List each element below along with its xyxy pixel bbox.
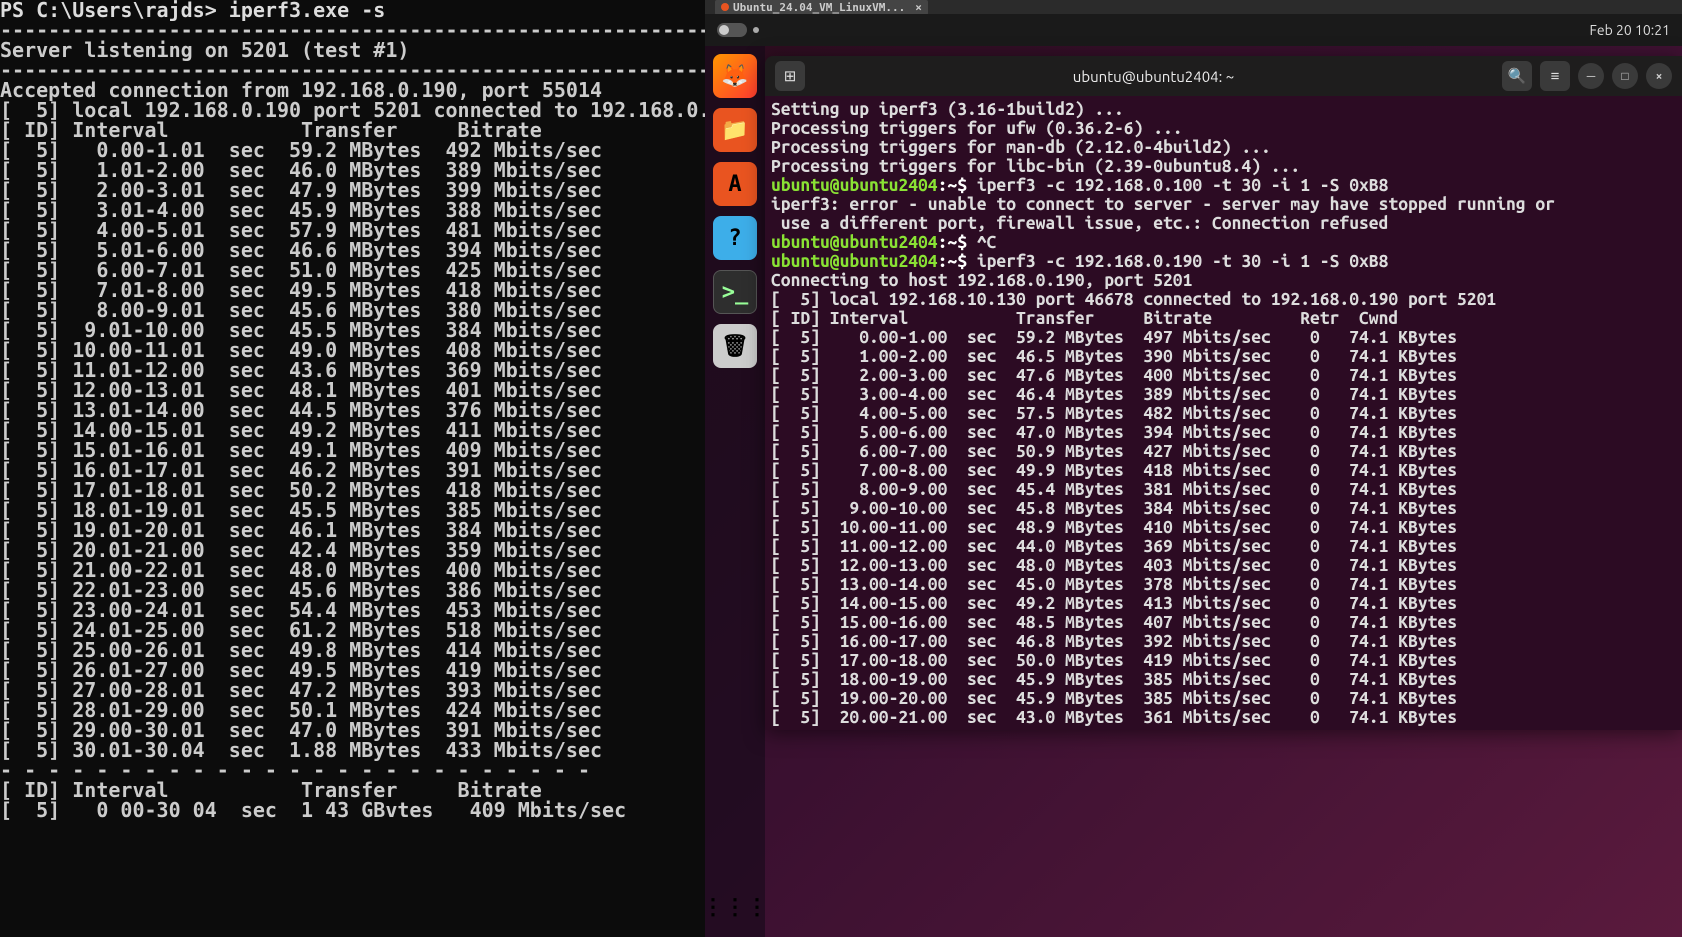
summary-row: [ 5] 0 00-30 04 sec 1 43 GBvtes 409 Mbit… (0, 798, 626, 822)
new-tab-button[interactable]: ⊞ (775, 61, 805, 91)
close-icon[interactable]: × (915, 1, 922, 14)
workspace-indicator (753, 27, 759, 33)
menu-button[interactable]: ≡ (1540, 61, 1570, 91)
maximize-button[interactable]: □ (1612, 63, 1638, 89)
ubuntu-icon (721, 3, 729, 11)
gnome-top-bar[interactable]: Feb 20 10:21 (705, 14, 1682, 46)
vm-tab[interactable]: Ubuntu_24.04_VM_LinuxVM... × (715, 0, 928, 15)
vm-tab-label: Ubuntu_24.04_VM_LinuxVM... (733, 1, 905, 14)
trash-icon[interactable]: 🗑 (713, 324, 757, 368)
ubuntu-dock: 🦊 📁 A ? >_ 🗑 ⋮⋮⋮ (705, 46, 765, 937)
iperf-rows: [ 5] 0.00-1.01 sec 59.2 MBytes 492 Mbits… (0, 138, 602, 762)
help-icon[interactable]: ? (713, 216, 757, 260)
terminal-body[interactable]: Setting up iperf3 (3.16-1build2) ... Pro… (765, 96, 1682, 730)
close-button[interactable]: × (1646, 63, 1672, 89)
terminal-icon[interactable]: >_ (713, 270, 757, 314)
terminal-title: ubuntu@ubuntu2404: ~ (813, 68, 1494, 85)
windows-terminal[interactable]: PS C:\Users\rajds> iperf3.exe -s -------… (0, 0, 705, 937)
show-apps-icon[interactable]: ⋮⋮⋮ (713, 885, 757, 929)
gnome-terminal-window: ⊞ ubuntu@ubuntu2404: ~ 🔍 ≡ ─ □ × Setting… (765, 56, 1682, 730)
ubuntu-vm-pane: Ubuntu_24.04_VM_LinuxVM... × Feb 20 10:2… (705, 0, 1682, 937)
activities-toggle[interactable] (717, 23, 747, 37)
files-icon[interactable]: 📁 (713, 108, 757, 152)
software-store-icon[interactable]: A (713, 162, 757, 206)
vm-tab-bar: Ubuntu_24.04_VM_LinuxVM... × (705, 0, 1682, 14)
search-button[interactable]: 🔍 (1502, 61, 1532, 91)
ubuntu-desktop: Feb 20 10:21 🦊 📁 A ? >_ 🗑 ⋮⋮⋮ ⊞ ubuntu@u… (705, 14, 1682, 937)
minimize-button[interactable]: ─ (1578, 63, 1604, 89)
clock[interactable]: Feb 20 10:21 (1590, 22, 1671, 38)
terminal-titlebar[interactable]: ⊞ ubuntu@ubuntu2404: ~ 🔍 ≡ ─ □ × (765, 56, 1682, 96)
firefox-icon[interactable]: 🦊 (713, 54, 757, 98)
